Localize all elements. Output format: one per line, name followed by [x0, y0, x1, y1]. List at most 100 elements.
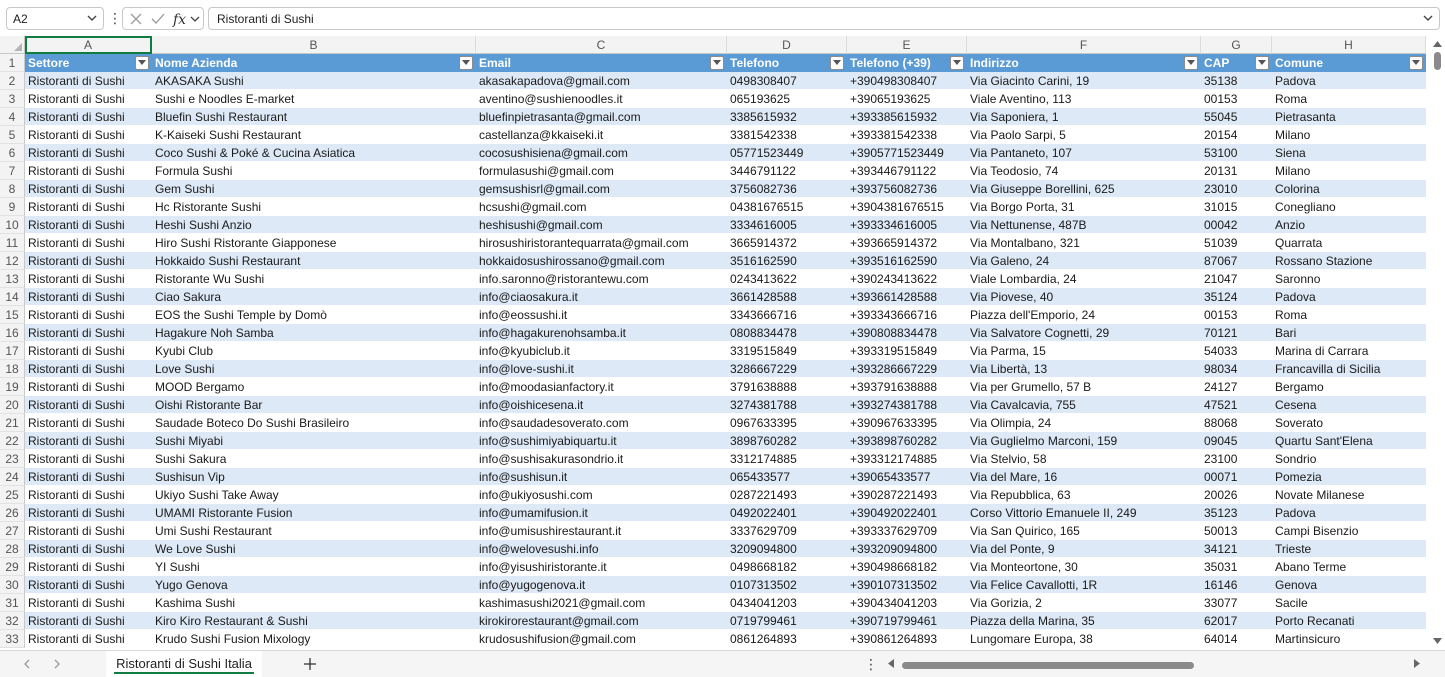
- table-cell[interactable]: Anzio: [1272, 216, 1426, 234]
- table-cell[interactable]: 3516162590: [727, 252, 847, 270]
- table-cell[interactable]: Formula Sushi: [152, 162, 476, 180]
- table-cell[interactable]: info@saudadesoverato.com: [476, 414, 727, 432]
- table-cell[interactable]: Pietrasanta: [1272, 108, 1426, 126]
- table-cell[interactable]: Ristorante Wu Sushi: [152, 270, 476, 288]
- add-sheet-icon[interactable]: [302, 656, 318, 672]
- table-cell[interactable]: info@ciaosakura.it: [476, 288, 727, 306]
- filter-dropdown-icon[interactable]: [830, 56, 844, 70]
- row-header[interactable]: 11: [0, 234, 25, 252]
- table-cell[interactable]: 3665914372: [727, 234, 847, 252]
- table-cell[interactable]: Kashima Sushi: [152, 594, 476, 612]
- table-cell[interactable]: Sushisun Vip: [152, 468, 476, 486]
- table-cell[interactable]: 0967633395: [727, 414, 847, 432]
- table-cell[interactable]: Yugo Genova: [152, 576, 476, 594]
- select-all-corner[interactable]: [0, 36, 25, 54]
- spreadsheet-grid[interactable]: A B C D E F G H 1 2 3 4 5 6 7 8 9 10 11 12 13 14 15 16 17 18 19 20 2…: [0, 36, 1430, 650]
- table-cell[interactable]: AKASAKA Sushi: [152, 72, 476, 90]
- table-cell[interactable]: Sondrio: [1272, 450, 1426, 468]
- table-cell[interactable]: 0498308407: [727, 72, 847, 90]
- row-header[interactable]: 24: [0, 468, 25, 486]
- table-cell[interactable]: Roma: [1272, 90, 1426, 108]
- table-header-cell[interactable]: Comune: [1272, 54, 1426, 72]
- table-cell[interactable]: Marina di Carrara: [1272, 342, 1426, 360]
- table-cell[interactable]: 09045: [1201, 432, 1272, 450]
- table-cell[interactable]: Ristoranti di Sushi: [25, 252, 152, 270]
- table-cell[interactable]: Bluefin Sushi Restaurant: [152, 108, 476, 126]
- table-cell[interactable]: bluefinpietrasanta@gmail.com: [476, 108, 727, 126]
- table-cell[interactable]: 64014: [1201, 630, 1272, 648]
- table-cell[interactable]: Ristoranti di Sushi: [25, 162, 152, 180]
- table-cell[interactable]: Via del Ponte, 9: [967, 540, 1201, 558]
- table-cell[interactable]: info@umamifusion.it: [476, 504, 727, 522]
- expand-formula-icon[interactable]: [1421, 11, 1435, 25]
- table-cell[interactable]: 0492022401: [727, 504, 847, 522]
- table-cell[interactable]: Ristoranti di Sushi: [25, 324, 152, 342]
- table-cell[interactable]: 23100: [1201, 450, 1272, 468]
- table-cell[interactable]: Saudade Boteco Do Sushi Brasileiro: [152, 414, 476, 432]
- table-cell[interactable]: 70121: [1201, 324, 1272, 342]
- column-header-e[interactable]: E: [847, 36, 967, 54]
- table-cell[interactable]: Ristoranti di Sushi: [25, 216, 152, 234]
- table-cell[interactable]: Sacile: [1272, 594, 1426, 612]
- table-cell[interactable]: Trieste: [1272, 540, 1426, 558]
- table-cell[interactable]: 3756082736: [727, 180, 847, 198]
- table-cell[interactable]: Soverato: [1272, 414, 1426, 432]
- table-cell[interactable]: +390498668182: [847, 558, 967, 576]
- table-cell[interactable]: 88068: [1201, 414, 1272, 432]
- row-header[interactable]: 29: [0, 558, 25, 576]
- table-cell[interactable]: +393274381788: [847, 396, 967, 414]
- row-header[interactable]: 19: [0, 378, 25, 396]
- table-cell[interactable]: +390434041203: [847, 594, 967, 612]
- prev-sheet-icon[interactable]: [21, 658, 33, 670]
- table-cell[interactable]: 00153: [1201, 306, 1272, 324]
- table-header-cell[interactable]: Email: [476, 54, 727, 72]
- table-header-cell[interactable]: Nome Azienda: [152, 54, 476, 72]
- table-cell[interactable]: Love Sushi: [152, 360, 476, 378]
- table-cell[interactable]: 21047: [1201, 270, 1272, 288]
- table-cell[interactable]: Umi Sushi Restaurant: [152, 522, 476, 540]
- table-cell[interactable]: 3791638888: [727, 378, 847, 396]
- table-cell[interactable]: 20154: [1201, 126, 1272, 144]
- table-cell[interactable]: We Love Sushi: [152, 540, 476, 558]
- table-cell[interactable]: Bergamo: [1272, 378, 1426, 396]
- table-cell[interactable]: 31015: [1201, 198, 1272, 216]
- sheet-tab[interactable]: Ristoranti di Sushi Italia: [106, 651, 262, 677]
- table-cell[interactable]: Krudo Sushi Fusion Mixology: [152, 630, 476, 648]
- table-cell[interactable]: info@ukiyosushi.com: [476, 486, 727, 504]
- table-header-cell[interactable]: Telefono (+39): [847, 54, 967, 72]
- table-cell[interactable]: info@yugogenova.it: [476, 576, 727, 594]
- table-cell[interactable]: 3274381788: [727, 396, 847, 414]
- table-cell[interactable]: +39065193625: [847, 90, 967, 108]
- more-options-icon[interactable]: ⋮: [108, 10, 122, 26]
- column-header-b[interactable]: B: [152, 36, 476, 54]
- table-cell[interactable]: Sushi Miyabi: [152, 432, 476, 450]
- vertical-scrollbar[interactable]: [1430, 36, 1445, 650]
- table-cell[interactable]: Sushi e Noodles E-market: [152, 90, 476, 108]
- table-cell[interactable]: info@sushimiyabiquartu.it: [476, 432, 727, 450]
- column-header-d[interactable]: D: [727, 36, 847, 54]
- table-cell[interactable]: Ristoranti di Sushi: [25, 558, 152, 576]
- table-cell[interactable]: 3385615932: [727, 108, 847, 126]
- column-header-f[interactable]: F: [967, 36, 1201, 54]
- table-cell[interactable]: 04381676515: [727, 198, 847, 216]
- table-cell[interactable]: +393381542338: [847, 126, 967, 144]
- table-cell[interactable]: Rossano Stazione: [1272, 252, 1426, 270]
- formula-input[interactable]: Ristoranti di Sushi: [208, 7, 1440, 30]
- table-cell[interactable]: Via Galeno, 24: [967, 252, 1201, 270]
- table-cell[interactable]: 24127: [1201, 378, 1272, 396]
- table-cell[interactable]: Sushi Sakura: [152, 450, 476, 468]
- table-cell[interactable]: 0107313502: [727, 576, 847, 594]
- row-header[interactable]: 8: [0, 180, 25, 198]
- table-cell[interactable]: Ristoranti di Sushi: [25, 378, 152, 396]
- table-cell[interactable]: +390861264893: [847, 630, 967, 648]
- horizontal-scroll-thumb[interactable]: [902, 662, 1194, 669]
- scroll-down-icon[interactable]: [1433, 638, 1442, 645]
- table-cell[interactable]: hcsushi@gmail.com: [476, 198, 727, 216]
- table-cell[interactable]: +393209094800: [847, 540, 967, 558]
- table-cell[interactable]: Ristoranti di Sushi: [25, 72, 152, 90]
- table-cell[interactable]: Novate Milanese: [1272, 486, 1426, 504]
- table-cell[interactable]: info@yisushiristorante.it: [476, 558, 727, 576]
- table-cell[interactable]: +393791638888: [847, 378, 967, 396]
- table-cell[interactable]: Roma: [1272, 306, 1426, 324]
- table-cell[interactable]: Hiro Sushi Ristorante Giapponese: [152, 234, 476, 252]
